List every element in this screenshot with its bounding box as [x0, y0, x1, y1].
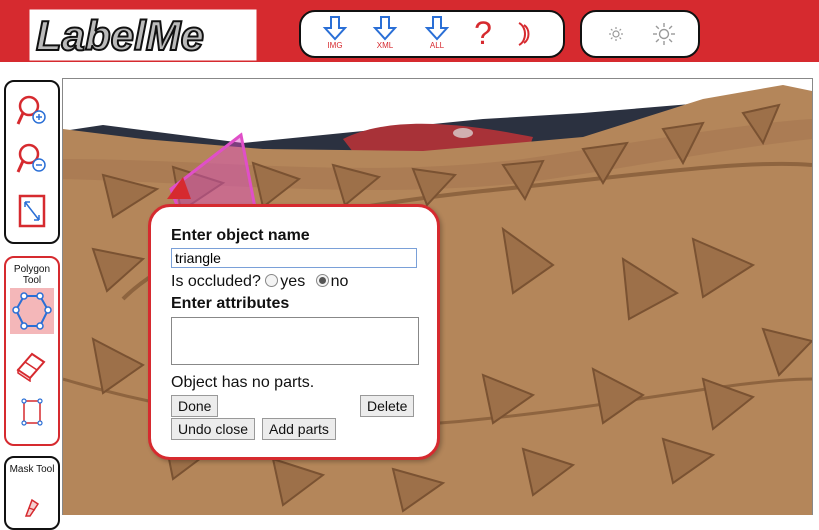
bounding-box-icon[interactable] — [18, 396, 46, 428]
moon-icon — [518, 22, 530, 46]
polygon-tool-icon[interactable] — [10, 288, 54, 334]
add-parts-button[interactable]: Add parts — [262, 418, 336, 440]
download-all-label: ALL — [429, 41, 445, 50]
object-name-heading: Enter object name — [171, 227, 310, 244]
object-name-dialog: Enter object name Is occluded? yes no En… — [148, 204, 440, 460]
brightness-down-button[interactable] — [598, 14, 634, 54]
brightness-up-button[interactable] — [646, 14, 682, 54]
brightness-down-icon — [609, 27, 623, 41]
download-all-button[interactable]: ALL — [419, 14, 455, 54]
delete-button[interactable]: Delete — [360, 395, 415, 417]
occluded-label: Is occluded? — [171, 273, 261, 290]
zoom-in-icon[interactable] — [16, 94, 48, 128]
attributes-heading: Enter attributes — [171, 295, 290, 312]
occluded-yes-label: yes — [280, 273, 306, 290]
download-xml-button[interactable]: XML — [367, 14, 403, 54]
mask-tools-panel: Mask Tool — [4, 456, 60, 530]
brightness-toolbar — [580, 10, 700, 58]
occluded-row: Is occluded? yes no — [171, 273, 348, 291]
download-xml-label: XML — [376, 41, 394, 50]
undo-close-button[interactable]: Undo close — [171, 418, 256, 440]
mask-tool-title: Mask Tool — [9, 464, 55, 475]
svg-text:?: ? — [474, 15, 492, 51]
polygon-tool-title: Polygon Tool — [13, 264, 51, 286]
brightness-up-icon — [653, 23, 675, 45]
mask-brush-icon[interactable] — [22, 498, 42, 518]
object-name-input[interactable] — [171, 248, 417, 268]
download-arrow-icon — [424, 16, 450, 41]
theme-button[interactable] — [505, 14, 541, 54]
occluded-no-radio[interactable] — [315, 274, 329, 287]
zoom-out-icon[interactable] — [16, 142, 48, 176]
help-button[interactable]: ? — [465, 14, 501, 54]
occluded-yes-radio[interactable] — [265, 274, 279, 287]
download-img-button[interactable]: IMG — [317, 14, 353, 54]
download-img-label: IMG — [327, 41, 343, 50]
done-button[interactable]: Done — [171, 395, 219, 417]
eraser-icon[interactable] — [14, 348, 50, 382]
download-arrow-icon — [372, 16, 398, 41]
fit-image-icon[interactable] — [16, 192, 48, 230]
occluded-no-label: no — [330, 273, 349, 290]
parts-status-text: Object has no parts. — [171, 374, 315, 391]
polygon-tools-panel: Polygon Tool — [4, 256, 60, 446]
labelme-logo: LabelMe — [29, 9, 257, 61]
download-arrow-icon — [322, 16, 348, 41]
header-bar: LabelMe IMG XML ALL ? — [0, 0, 819, 62]
attributes-textarea[interactable] — [171, 317, 419, 365]
svg-text:LabelMe: LabelMe — [36, 12, 204, 59]
zoom-tools-panel — [4, 80, 60, 244]
help-question-icon: ? — [474, 15, 492, 51]
export-toolbar: IMG XML ALL ? — [299, 10, 565, 58]
